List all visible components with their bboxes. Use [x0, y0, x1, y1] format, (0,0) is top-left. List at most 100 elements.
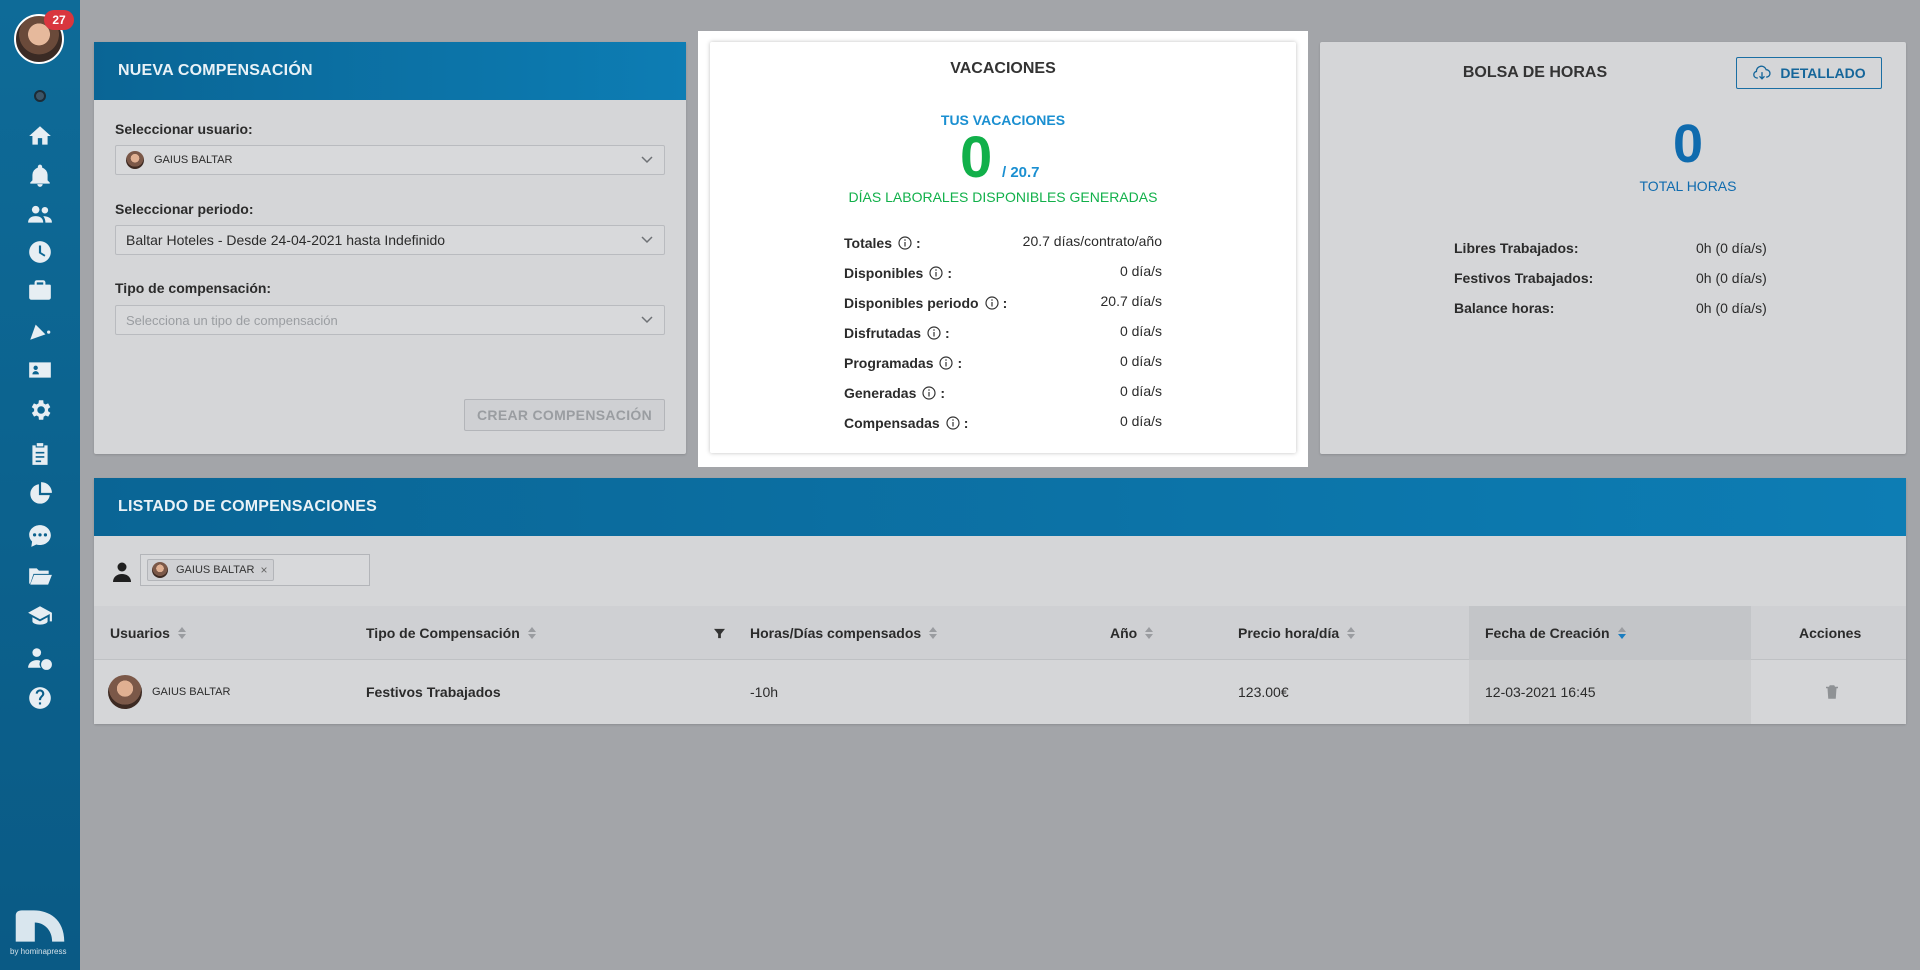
table-row[interactable]: GAIUS BALTAR Festivos Trabajados -10h 12… [94, 660, 1906, 724]
detallado-button[interactable]: DETALLADO [1736, 57, 1882, 89]
table-header: Usuarios Tipo de Compensación Horas/Días… [94, 606, 1906, 660]
vacaciones-total: / 20.7 [1002, 164, 1040, 181]
vac-row-value: 0 día/s [1119, 413, 1162, 429]
listado-title: LISTADO DE COMPENSACIONES [94, 478, 1906, 536]
cell-fecha: 12-03-2021 16:45 [1469, 660, 1751, 724]
vacaciones-title: VACACIONES [950, 60, 1056, 77]
close-icon[interactable]: × [260, 563, 267, 577]
vac-row-value: 0 día/s [1119, 263, 1162, 279]
user-filter-input[interactable]: GAIUS BALTAR × [140, 554, 370, 586]
nueva-compensacion-title: NUEVA COMPENSACIÓN [94, 42, 686, 100]
periodo-select-value: Baltar Hoteles - Desde 24-04-2021 hasta … [126, 232, 446, 248]
chevron-down-icon [640, 232, 654, 246]
cell-tipo: Festivos Trabajados [366, 684, 501, 700]
usuario-avatar [126, 151, 144, 169]
tipo-select[interactable]: Selecciona un tipo de compensación [115, 305, 665, 335]
bolsa-row-value: 0h (0 día/s) [1696, 240, 1767, 256]
id-card-icon[interactable] [24, 354, 56, 386]
vac-row: Generadas: 0 día/s [844, 383, 1162, 401]
chat-icon[interactable] [24, 520, 56, 552]
vac-row-label: Compensadas [844, 415, 940, 431]
col-horas[interactable]: Horas/Días compensados [750, 606, 938, 660]
cell-usuario-name: GAIUS BALTAR [152, 686, 231, 698]
user-money-icon[interactable] [24, 642, 56, 674]
tipo-label: Tipo de compensación: [115, 280, 272, 296]
vacaciones-card: VACACIONES TUS VACACIONES 0 / 20.7 DÍAS … [710, 42, 1296, 453]
brand-by-text: by hominapress [10, 947, 67, 956]
filter-icon[interactable] [714, 606, 725, 660]
info-icon[interactable] [939, 356, 954, 370]
vac-row: Compensadas: 0 día/s [844, 413, 1162, 431]
party-icon[interactable] [24, 314, 56, 346]
vac-row: Disponibles: 0 día/s [844, 263, 1162, 281]
col-acciones: Acciones [1799, 606, 1861, 660]
briefcase-icon[interactable] [24, 274, 56, 306]
col-tipo-label: Tipo de Compensación [366, 625, 520, 641]
col-precio[interactable]: Precio hora/día [1238, 606, 1356, 660]
sort-icon[interactable] [177, 627, 186, 639]
info-icon[interactable] [922, 386, 936, 400]
trash-icon[interactable] [1823, 660, 1841, 724]
detallado-label: DETALLADO [1780, 65, 1866, 81]
vac-row-label: Programadas [844, 355, 934, 371]
periodo-label: Seleccionar periodo: [115, 201, 254, 217]
bolsa-row-label: Libres Trabajados: [1454, 240, 1579, 256]
bolsa-row-label: Balance horas: [1454, 300, 1555, 316]
pie-chart-icon[interactable] [24, 478, 56, 510]
cell-usuario: GAIUS BALTAR [108, 660, 230, 724]
vac-row: Totales: 20.7 días/contrato/año [844, 233, 1162, 251]
sort-icon[interactable] [929, 627, 938, 639]
users-icon[interactable] [24, 198, 56, 230]
folder-icon[interactable] [24, 560, 56, 592]
info-icon[interactable] [898, 236, 912, 250]
bolsa-row-value: 0h (0 día/s) [1696, 270, 1767, 286]
vac-row-value: 0 día/s [1119, 353, 1162, 369]
bell-icon[interactable] [24, 160, 56, 192]
tipo-select-placeholder: Selecciona un tipo de compensación [126, 312, 338, 328]
periodo-select[interactable]: Baltar Hoteles - Desde 24-04-2021 hasta … [115, 225, 665, 255]
col-anio[interactable]: Año [1110, 606, 1154, 660]
usuario-select-value: GAIUS BALTAR [154, 154, 233, 166]
chip-avatar [152, 562, 168, 578]
bolsa-total-label: TOTAL HORAS [1639, 178, 1737, 194]
user-avatar-wrap[interactable]: 27 [14, 10, 74, 64]
gear-icon[interactable] [24, 394, 56, 426]
clipboard-icon[interactable] [24, 438, 56, 470]
crear-compensacion-button[interactable]: CREAR COMPENSACIÓN [464, 399, 665, 431]
sort-icon[interactable] [1347, 627, 1356, 639]
info-icon[interactable] [929, 266, 943, 280]
vac-row: Programadas: 0 día/s [844, 353, 1162, 371]
sort-icon[interactable] [527, 627, 536, 639]
usuario-label: Seleccionar usuario: [115, 121, 253, 137]
col-tipo[interactable]: Tipo de Compensación [366, 606, 536, 660]
filter-area: GAIUS BALTAR × [94, 536, 1906, 606]
usuario-select[interactable]: GAIUS BALTAR [115, 145, 665, 175]
vacaciones-big-number: 0 [960, 125, 993, 190]
col-anio-label: Año [1110, 625, 1138, 641]
vac-row: Disponibles periodo: 20.7 día/s [844, 293, 1162, 311]
info-icon[interactable] [984, 296, 999, 310]
info-icon[interactable] [927, 326, 941, 340]
graduation-icon[interactable] [24, 600, 56, 632]
bolsa-row-label: Festivos Trabajados: [1454, 270, 1594, 286]
col-acciones-label: Acciones [1799, 625, 1862, 641]
info-icon[interactable] [946, 416, 960, 430]
col-usuarios[interactable]: Usuarios [110, 606, 186, 660]
home-icon[interactable] [24, 120, 56, 152]
cloud-download-icon [1753, 65, 1771, 80]
nueva-compensacion-card: NUEVA COMPENSACIÓN Seleccionar usuario: … [94, 42, 686, 454]
vac-row-label: Generadas [844, 385, 917, 401]
col-fecha[interactable]: Fecha de Creación [1469, 606, 1751, 660]
vac-row-label: Totales [844, 235, 892, 251]
sort-desc-icon[interactable] [1617, 627, 1626, 639]
col-horas-label: Horas/Días compensados [750, 625, 922, 641]
cell-horas: -10h [750, 684, 779, 700]
user-filter-chip[interactable]: GAIUS BALTAR × [147, 559, 275, 581]
bolsa-row-value: 0h (0 día/s) [1696, 300, 1767, 316]
help-icon[interactable] [24, 682, 56, 714]
vac-row-label: Disfrutadas [844, 325, 922, 341]
chevron-down-icon [640, 152, 654, 166]
sort-icon[interactable] [1145, 627, 1154, 639]
col-precio-label: Precio hora/día [1238, 625, 1340, 641]
clock-icon[interactable] [24, 236, 56, 268]
